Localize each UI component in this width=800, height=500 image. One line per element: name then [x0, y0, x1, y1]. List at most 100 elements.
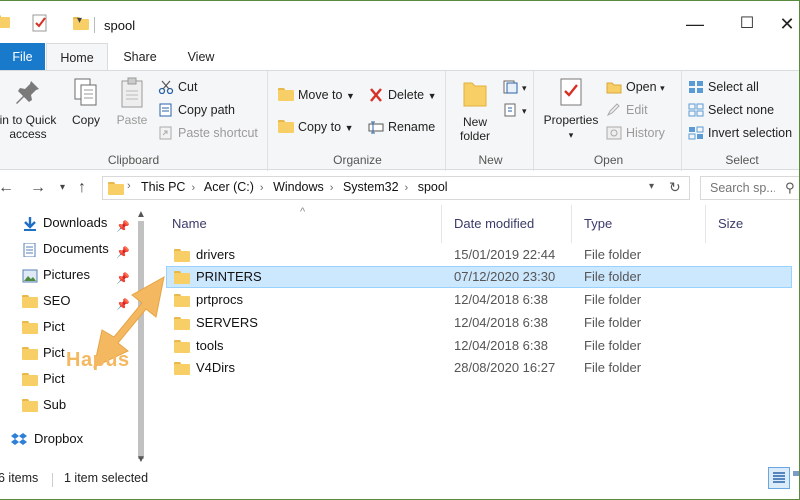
table-row[interactable]: drivers 15/01/2019 22:44 File folder — [166, 244, 792, 266]
pin-label-line-2: access — [9, 127, 47, 141]
file-name: SERVERS — [196, 315, 258, 330]
new-item-button[interactable]: ▾ — [502, 77, 527, 97]
copy-path-button[interactable]: Copy path — [158, 100, 235, 120]
search-box[interactable]: ⚲ — [700, 176, 799, 200]
paste-button[interactable]: Paste — [112, 77, 152, 127]
invert-selection-button[interactable]: Invert selection — [688, 123, 792, 143]
new-folder-button[interactable]: New folder — [452, 77, 498, 143]
file-type: File folder — [584, 247, 642, 262]
properties-check-icon[interactable] — [32, 14, 48, 32]
organize-group: Move to ▼ Copy to ▼ Delete ▼ Rename Orga… — [270, 71, 446, 171]
copy-to-button[interactable]: Copy to ▼ — [278, 117, 354, 137]
recent-locations-chevron-icon[interactable]: ▾ — [60, 182, 65, 193]
move-to-button[interactable]: Move to ▼ — [278, 85, 355, 105]
back-arrow-icon[interactable]: ← — [0, 179, 14, 197]
select-all-button[interactable]: Select all — [688, 77, 759, 97]
select-none-button[interactable]: Select none — [688, 100, 774, 120]
properties-button[interactable]: Properties ▾ — [540, 77, 602, 142]
tab-file[interactable]: File — [0, 43, 45, 71]
breadcrumb: This PC › Acer (C:) › Windows › System32 › s… — [141, 180, 448, 194]
tab-view[interactable]: View — [172, 43, 230, 71]
dropbox-icon — [10, 432, 28, 455]
new-item-icon — [502, 80, 518, 94]
table-row-selected[interactable]: PRINTERS 07/12/2020 23:30 File folder — [166, 266, 792, 288]
scroll-down-icon[interactable]: ▼ — [136, 454, 146, 465]
move-to-label: Move to — [298, 88, 343, 102]
copy-to-folder-icon — [278, 120, 294, 134]
maximize-button[interactable]: ☐ — [732, 13, 762, 37]
paste-shortcut-button[interactable]: Paste shortcut — [158, 123, 258, 143]
properties-icon — [560, 78, 582, 106]
table-row[interactable]: V4Dirs 28/08/2020 16:27 File folder — [166, 357, 792, 379]
refresh-icon[interactable]: ↻ — [669, 179, 681, 196]
search-input[interactable] — [701, 177, 775, 199]
history-button[interactable]: History — [606, 123, 665, 143]
easy-access-icon — [502, 103, 518, 117]
copy-button[interactable]: Copy — [66, 77, 106, 127]
tab-share[interactable]: Share — [112, 43, 168, 71]
column-header-label: Name — [172, 216, 207, 231]
nav-item-sub[interactable]: Sub — [0, 394, 133, 416]
file-name: V4Dirs — [196, 360, 236, 375]
column-header-date[interactable]: Date modified — [442, 205, 572, 243]
copy-icon — [74, 78, 97, 106]
address-bar[interactable]: › This PC › Acer (C:) › Windows › System32 ›… — [102, 176, 690, 200]
column-header-name[interactable]: ^ Name — [160, 205, 442, 243]
ribbon: in to Quick access Copy Paste Cut Copy p… — [0, 70, 799, 171]
delete-x-icon — [368, 88, 384, 102]
paste-shortcut-icon — [158, 126, 174, 140]
forward-arrow-icon[interactable]: → — [30, 179, 46, 197]
cut-button[interactable]: Cut — [158, 77, 197, 97]
minimize-button[interactable]: — — [680, 13, 710, 37]
column-header-size[interactable]: Size — [706, 205, 786, 243]
open-icon — [606, 80, 622, 94]
nav-item-documents[interactable]: Documents 📌 — [0, 238, 133, 260]
folder-icon — [22, 399, 38, 412]
table-row[interactable]: SERVERS 12/04/2018 6:38 File folder — [166, 312, 792, 334]
folder-icon — [174, 294, 190, 307]
details-view-button[interactable] — [768, 467, 790, 489]
folder-icon — [174, 271, 190, 284]
folder-icon — [174, 340, 190, 353]
move-to-folder-icon — [278, 88, 294, 102]
nav-item-label: Downloads — [43, 215, 108, 230]
pin-to-quick-access-button[interactable]: in to Quick access — [0, 77, 64, 141]
folder-icon — [22, 295, 38, 308]
address-dropdown-icon[interactable]: ▾ — [649, 181, 654, 192]
title-bar: ▾ spool — ☐ ✕ — [0, 1, 799, 43]
large-icons-view-icon — [793, 471, 799, 476]
open-button[interactable]: Open ▾ — [606, 77, 665, 97]
nav-item-dropbox[interactable]: Dropbox — [0, 428, 133, 450]
breadcrumb-windows[interactable]: Windows — [273, 180, 324, 194]
address-separator-icon: › — [127, 180, 131, 192]
rename-icon — [368, 120, 384, 134]
rename-button[interactable]: Rename — [368, 117, 435, 137]
column-header-type[interactable]: Type — [572, 205, 706, 243]
file-date: 28/08/2020 16:27 — [454, 360, 556, 375]
breadcrumb-spool[interactable]: spool — [418, 180, 448, 194]
up-arrow-icon[interactable]: ↑ — [78, 179, 86, 197]
table-row[interactable]: prtprocs 12/04/2018 6:38 File folder — [166, 289, 792, 311]
delete-button[interactable]: Delete ▼ — [368, 85, 437, 105]
file-type: File folder — [584, 360, 642, 375]
clipboard-group: in to Quick access Copy Paste Cut Copy p… — [0, 71, 268, 171]
pin-icon — [16, 81, 39, 104]
close-button[interactable]: ✕ — [772, 13, 799, 37]
edit-button[interactable]: Edit — [606, 100, 648, 120]
tab-home[interactable]: Home — [46, 43, 108, 71]
breadcrumb-drive[interactable]: Acer (C:) — [204, 180, 254, 194]
customize-quick-access-icon[interactable]: ▾ — [77, 15, 82, 33]
scroll-up-icon[interactable]: ▲ — [136, 209, 146, 220]
breadcrumb-this-pc[interactable]: This PC — [141, 180, 185, 194]
address-folder-icon — [108, 182, 124, 195]
table-row[interactable]: tools 12/04/2018 6:38 File folder — [166, 335, 792, 357]
easy-access-button[interactable]: ▾ — [502, 100, 527, 120]
nav-item-downloads[interactable]: Downloads 📌 — [0, 212, 133, 234]
file-name: prtprocs — [196, 292, 243, 307]
file-type: File folder — [584, 292, 642, 307]
large-icons-view-button[interactable] — [790, 467, 799, 489]
open-group: Properties ▾ Open ▾ Edit History Open — [536, 71, 682, 171]
breadcrumb-system32[interactable]: System32 — [343, 180, 399, 194]
folder-icon — [174, 362, 190, 375]
folder-icon — [22, 321, 38, 334]
